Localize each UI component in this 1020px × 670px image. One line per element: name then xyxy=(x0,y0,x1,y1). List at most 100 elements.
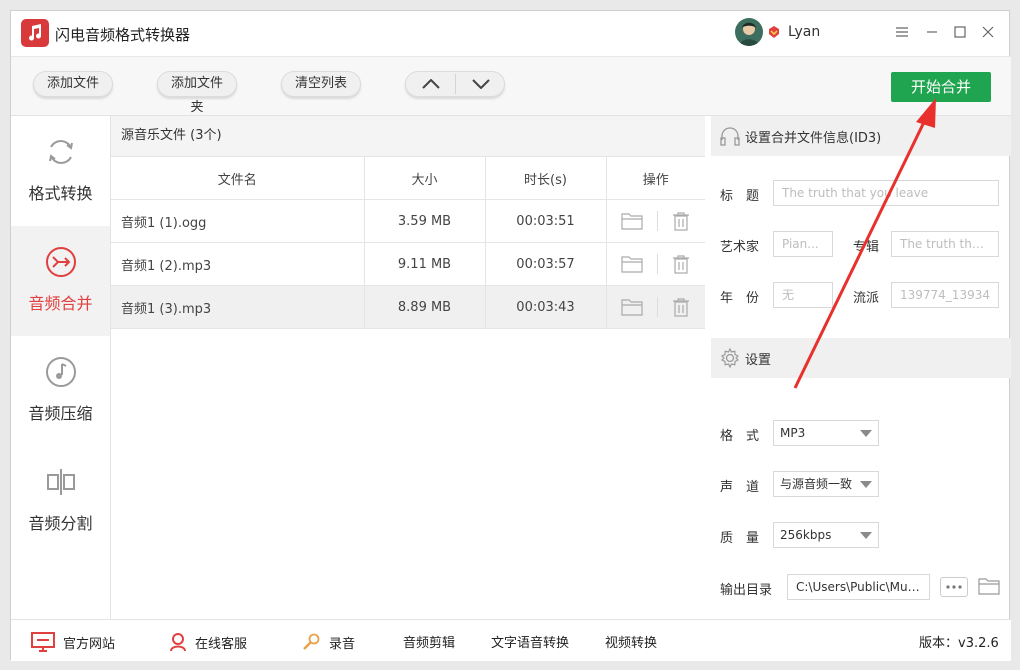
sidebar-item-audio-compress[interactable]: 音频压缩 xyxy=(11,336,110,446)
title-bar: 闪电音频格式转换器 Lyan xyxy=(11,11,1011,56)
table-row[interactable]: 音频1 (1).ogg 3.59 MB 00:03:51 xyxy=(111,199,705,243)
channel-label: 声 道 xyxy=(720,480,760,495)
genre-label: 流派 xyxy=(853,291,880,306)
album-label: 专辑 xyxy=(853,240,880,255)
sidebar-item-audio-merge[interactable]: 音频合并 xyxy=(11,226,110,336)
sidebar-item-label: 格式转换 xyxy=(28,184,93,203)
table-row[interactable]: 音频1 (2).mp3 9.11 MB 00:03:57 xyxy=(111,242,705,286)
quality-select[interactable]: 256kbps xyxy=(773,522,879,548)
file-name: 音频1 (3).mp3 xyxy=(111,285,365,329)
sidebar-item-format-convert[interactable]: 格式转换 xyxy=(11,116,110,226)
file-duration: 00:03:57 xyxy=(485,242,607,286)
id3-heading: 设置合并文件信息(ID3) xyxy=(745,130,882,146)
version-label: 版本：v3.2.6 xyxy=(919,636,999,651)
add-folder-button[interactable]: 添加文件夹 xyxy=(157,71,237,115)
open-folder-icon[interactable] xyxy=(621,298,643,316)
file-table: 文件名 大小 时长(s) 操作 音频1 (1).ogg 3.59 MB 00:0… xyxy=(111,157,705,329)
status-bar: 官方网站 在线客服 录音 音频剪辑 文字语音转换 视频转换 版本：v3.2.6 xyxy=(11,619,1011,661)
official-website-link[interactable]: 官方网站 xyxy=(31,632,115,652)
column-header: 时长(s) xyxy=(485,157,607,200)
chevron-up-icon xyxy=(421,79,440,89)
user-icon xyxy=(170,633,186,652)
app-window: 闪电音频格式转换器 Lyan 添加文件 添加文件夹 清空列表 开始合并 格式转换… xyxy=(10,10,1011,661)
trash-icon[interactable] xyxy=(672,297,690,317)
title-label: 标 题 xyxy=(720,189,760,204)
move-down-button[interactable] xyxy=(456,72,505,96)
chevron-down-icon xyxy=(471,79,490,89)
open-folder-icon[interactable] xyxy=(978,577,1000,595)
file-size: 3.59 MB xyxy=(364,199,486,243)
column-header: 文件名 xyxy=(111,157,365,200)
quality-label: 质 量 xyxy=(720,531,760,546)
format-select[interactable]: MP3 xyxy=(773,420,879,446)
table-row[interactable]: 音频1 (3).mp3 8.89 MB 00:03:43 xyxy=(111,285,705,329)
artist-label: 艺术家 xyxy=(720,240,760,255)
record-link[interactable]: 录音 xyxy=(301,632,355,652)
app-title: 闪电音频格式转换器 xyxy=(55,26,191,44)
gear-icon xyxy=(720,347,740,369)
split-icon xyxy=(47,469,75,495)
open-folder-icon[interactable] xyxy=(621,212,643,230)
file-list-header: 源音乐文件 (3个) xyxy=(111,116,705,157)
online-support-link[interactable]: 在线客服 xyxy=(169,632,247,652)
open-folder-icon[interactable] xyxy=(621,255,643,273)
format-label: 格 式 xyxy=(720,429,760,444)
sidebar-item-audio-split[interactable]: 音频分割 xyxy=(11,446,110,556)
toolbar: 添加文件 添加文件夹 清空列表 开始合并 xyxy=(11,56,1011,116)
trash-icon[interactable] xyxy=(672,254,690,274)
year-label: 年 份 xyxy=(720,291,760,306)
file-name: 音频1 (2).mp3 xyxy=(111,242,365,286)
channel-value: 与源音频一致 xyxy=(780,477,853,491)
table-header-row: 文件名 大小 时长(s) 操作 xyxy=(111,157,705,200)
more-icon xyxy=(946,585,962,589)
maximize-icon[interactable] xyxy=(949,21,971,43)
chevron-down-icon xyxy=(860,430,872,437)
support-label: 在线客服 xyxy=(195,636,248,652)
file-size: 9.11 MB xyxy=(364,242,486,286)
browse-button[interactable] xyxy=(940,577,968,597)
output-path-field[interactable]: C:\Users\Public\Music\ xyxy=(787,574,930,600)
quality-value: 256kbps xyxy=(780,528,832,542)
trash-icon[interactable] xyxy=(672,211,690,231)
settings-section-header: 设置 xyxy=(711,338,1011,378)
minimize-icon[interactable] xyxy=(921,21,943,43)
sidebar-item-label: 音频压缩 xyxy=(28,404,93,423)
file-name: 音频1 (1).ogg xyxy=(111,199,365,243)
tts-link[interactable]: 文字语音转换 xyxy=(491,632,569,651)
artist-field[interactable]: Pian... xyxy=(773,231,833,257)
music-note-icon xyxy=(46,357,76,387)
start-merge-button[interactable]: 开始合并 xyxy=(891,72,991,102)
file-list: 源音乐文件 (3个) 文件名 大小 时长(s) 操作 音频1 (1).ogg 3… xyxy=(111,116,705,619)
settings-panel: 设置合并文件信息(ID3) 标 题 The truth that you lea… xyxy=(711,116,1011,619)
channel-select[interactable]: 与源音频一致 xyxy=(773,471,879,497)
merge-icon xyxy=(46,247,76,277)
move-buttons xyxy=(405,71,505,97)
sidebar-item-label: 音频分割 xyxy=(28,514,93,533)
id3-section-header: 设置合并文件信息(ID3) xyxy=(711,116,1011,156)
output-label: 输出目录 xyxy=(720,583,773,598)
microphone-icon xyxy=(303,633,320,650)
add-file-button[interactable]: 添加文件 xyxy=(33,71,113,97)
vip-badge-icon xyxy=(767,25,781,39)
menu-icon[interactable] xyxy=(891,21,913,43)
sidebar-item-label: 音频合并 xyxy=(28,294,93,313)
format-value: MP3 xyxy=(780,426,806,440)
audio-edit-link[interactable]: 音频剪辑 xyxy=(403,632,455,651)
title-field[interactable]: The truth that you leave xyxy=(773,180,999,206)
file-size: 8.89 MB xyxy=(364,285,486,329)
user-name[interactable]: Lyan xyxy=(788,24,820,40)
genre-field[interactable]: 139774_13934 xyxy=(891,282,999,308)
app-logo-icon xyxy=(21,19,49,47)
year-field[interactable]: 无 xyxy=(773,282,833,308)
column-header: 大小 xyxy=(364,157,486,200)
move-up-button[interactable] xyxy=(406,72,455,96)
video-convert-link[interactable]: 视频转换 xyxy=(605,632,657,651)
close-icon[interactable] xyxy=(977,21,999,43)
file-duration: 00:03:51 xyxy=(485,199,607,243)
headphones-icon xyxy=(720,127,740,146)
clear-list-button[interactable]: 清空列表 xyxy=(281,71,361,97)
record-label: 录音 xyxy=(329,636,356,652)
settings-heading: 设置 xyxy=(745,352,772,368)
user-avatar[interactable] xyxy=(735,18,763,46)
album-field[interactable]: The truth that... xyxy=(891,231,999,257)
